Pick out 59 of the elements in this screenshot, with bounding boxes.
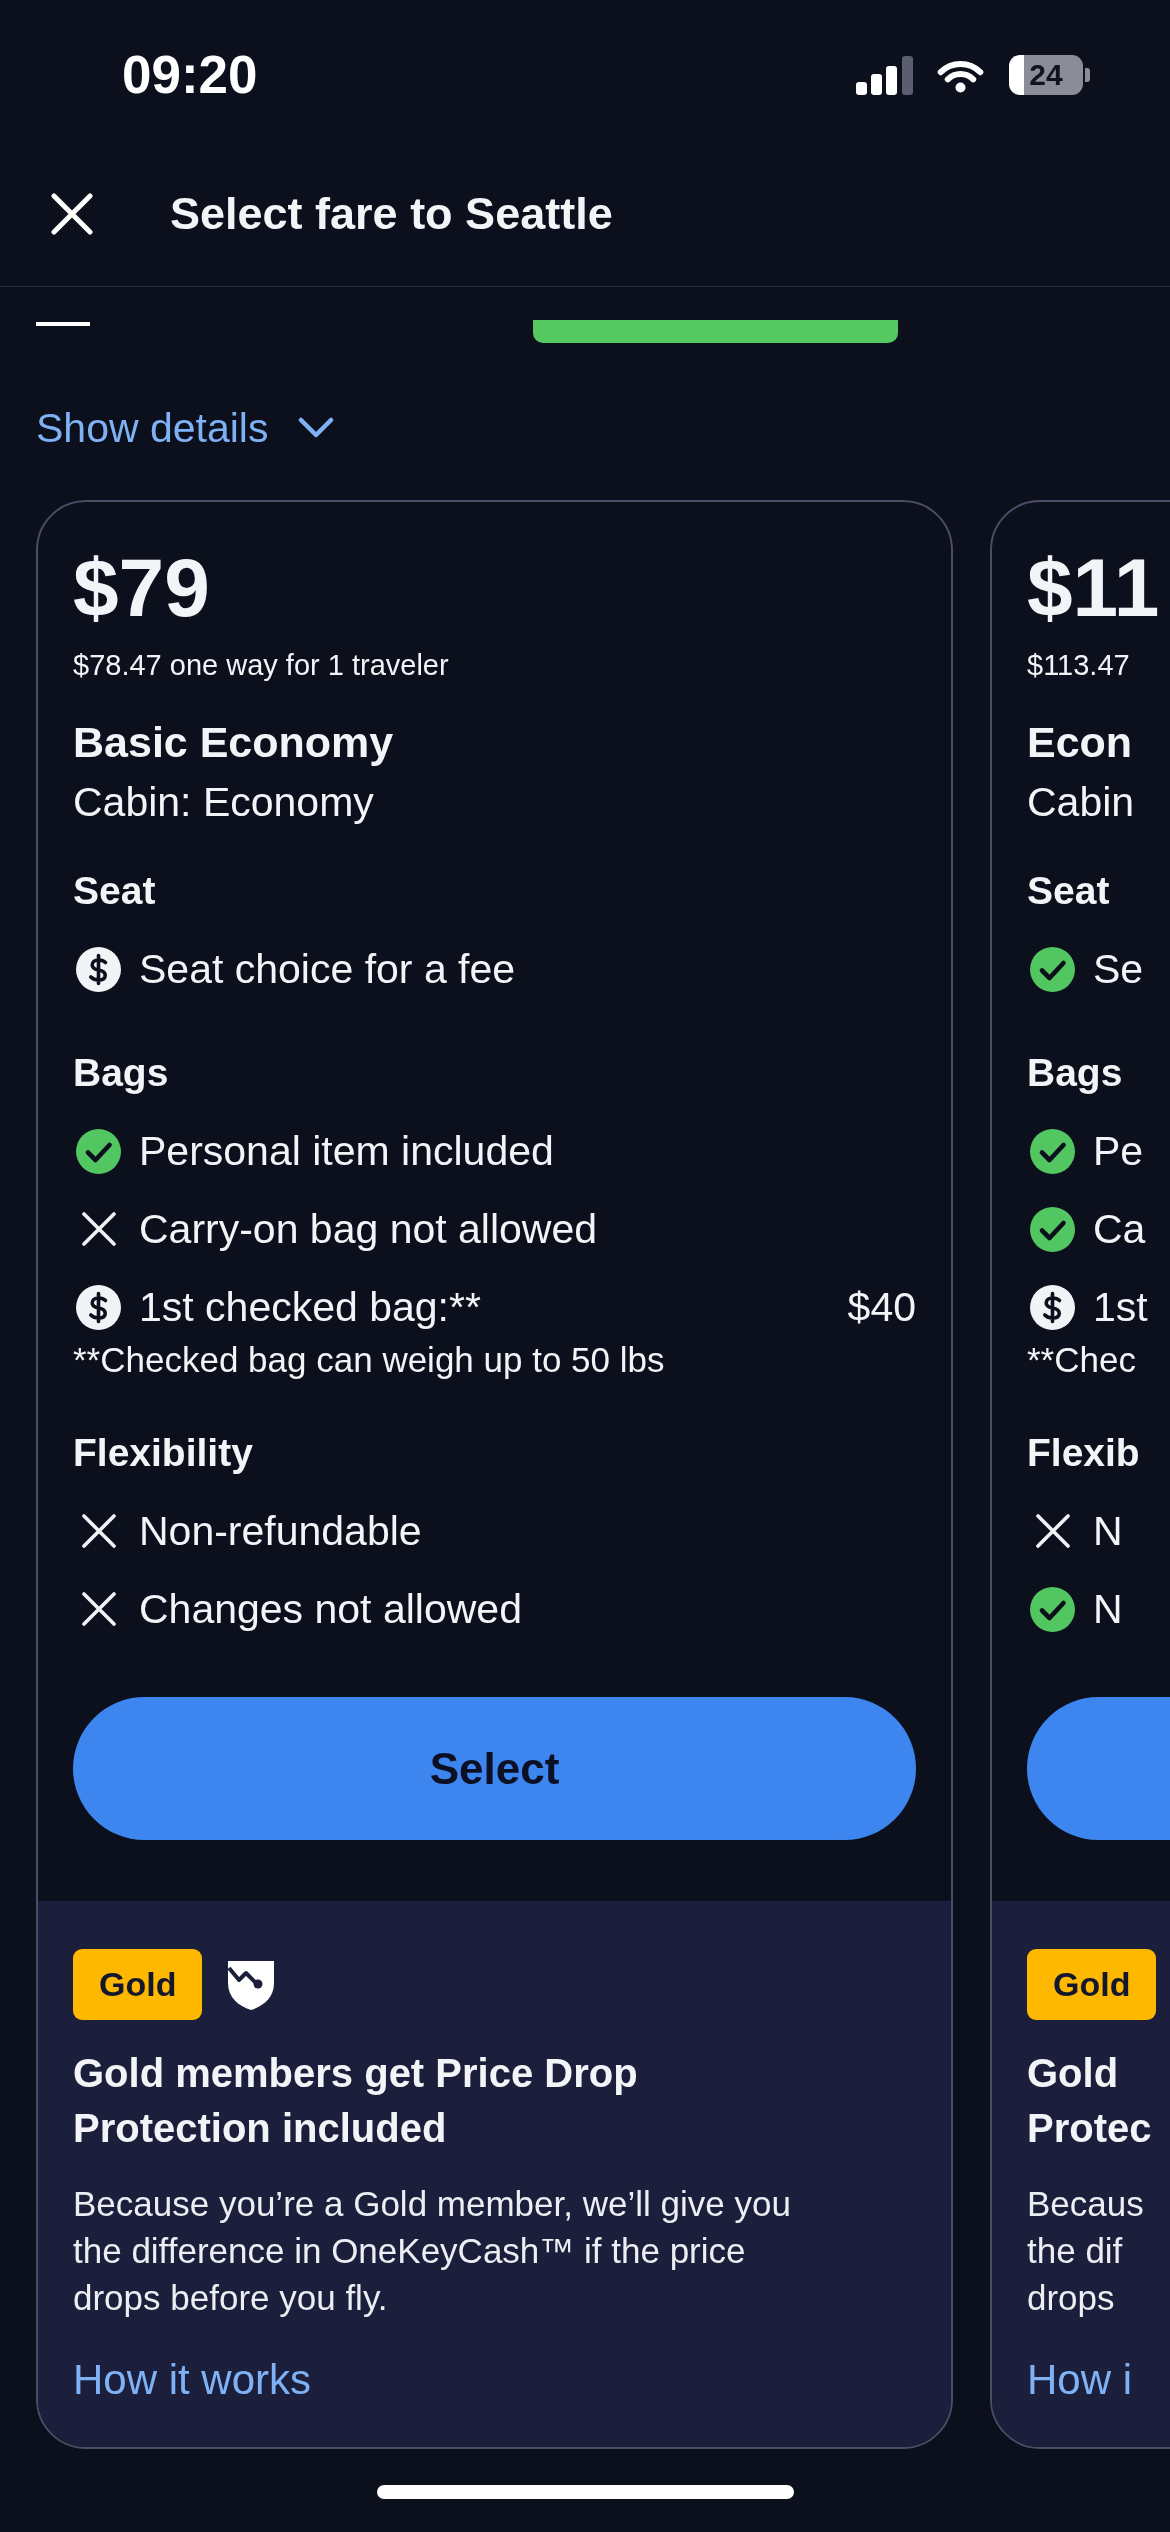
tier-badge: Gold [73, 1949, 203, 2020]
cabin-label: Cabin [1027, 778, 1136, 827]
feature-text: N [1093, 1585, 1123, 1633]
promo-text: Because you’re a Gold member, we’ll give you the difference in OneKeyCash™ if the price drops before you fly. [73, 2183, 792, 2319]
page-title: Select fare to Seattle [170, 187, 613, 241]
feature-text: Ca [1093, 1205, 1146, 1253]
feature-text: Seat choice for a fee [139, 945, 516, 993]
tier-badge: Gold [1027, 1949, 1157, 2020]
feature-text: Se [1093, 945, 1144, 993]
section-title: Flexib [1027, 1430, 1141, 1476]
promo-title: Gold Protec [1027, 2050, 1153, 2152]
cross-icon [81, 1592, 116, 1626]
feature-text: 1st checked bag:** [139, 1283, 481, 1331]
fee-amount: $40 [847, 1283, 916, 1331]
promo-text: Becaus the dif drops [1027, 2183, 1145, 2319]
battery-indicator: 24 [1009, 55, 1090, 95]
status-time: 09:20 [122, 45, 258, 105]
how-it-works-link[interactable]: How it works [73, 2354, 312, 2406]
fare-name: Basic Economy [73, 717, 395, 768]
check-icon [76, 1128, 121, 1174]
footnote-text: **Chec [1027, 1339, 1137, 1381]
feature-text: Personal item included [139, 1127, 554, 1175]
check-icon [1030, 1128, 1075, 1174]
cross-icon [81, 1514, 116, 1548]
section-title: Bags [73, 1050, 170, 1096]
footnote-text: **Checked bag can weigh up to 50 lbs [73, 1339, 666, 1381]
check-icon [1030, 1206, 1075, 1252]
fare-price: $11 [1027, 543, 1161, 633]
dollar-icon [76, 946, 121, 992]
how-it-works-link[interactable]: How i [1027, 2354, 1133, 2406]
section-title: Flexibility [73, 1430, 254, 1476]
fare-name: Econ [1027, 717, 1134, 768]
chevron-down-icon [298, 417, 335, 439]
fare-price: $79 [73, 543, 211, 633]
price-detail: $78.47 one way for 1 traveler [73, 648, 450, 683]
promo-title: Gold members get Price Drop Protection included [73, 2050, 639, 2152]
select-button[interactable]: Select [73, 1697, 916, 1840]
signal-icon [856, 55, 913, 95]
feature-text: Non-refundable [139, 1507, 422, 1555]
close-icon [51, 193, 93, 235]
section-title: Seat [73, 868, 157, 914]
section-title: Bags [1027, 1050, 1124, 1096]
feature-text: 1st [1093, 1283, 1148, 1331]
cross-icon [81, 1212, 116, 1246]
shield-icon [226, 1958, 277, 2011]
check-icon [1030, 946, 1075, 992]
dollar-icon [76, 1284, 121, 1330]
section-title: Seat [1027, 868, 1111, 914]
feature-text: Changes not allowed [139, 1585, 522, 1633]
dollar-icon [1030, 1284, 1075, 1330]
close-button[interactable] [51, 193, 93, 235]
show-details-link[interactable]: Show details [36, 403, 335, 453]
feature-text: Pe [1093, 1127, 1144, 1175]
feature-text: N [1093, 1507, 1123, 1555]
price-detail: $113.47 [1027, 648, 1131, 683]
cabin-label: Cabin: Economy [73, 778, 375, 827]
feature-text: Carry-on bag not allowed [139, 1205, 598, 1253]
cross-icon [1035, 1514, 1070, 1548]
check-icon [1030, 1586, 1075, 1632]
